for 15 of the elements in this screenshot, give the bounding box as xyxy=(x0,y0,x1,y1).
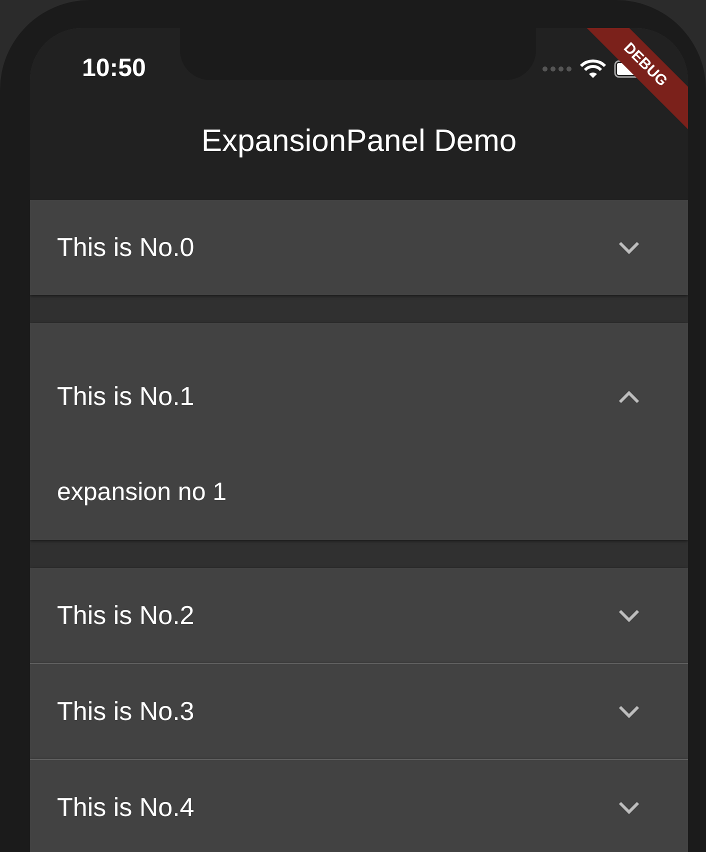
panel-header[interactable]: This is No.2 xyxy=(30,568,688,663)
wifi-icon xyxy=(580,59,606,79)
chevron-down-icon[interactable] xyxy=(618,608,640,622)
chevron-up-icon[interactable] xyxy=(618,390,640,404)
signal-icon xyxy=(542,66,572,72)
app-title: ExpansionPanel Demo xyxy=(200,122,518,160)
chevron-down-icon[interactable] xyxy=(618,240,640,254)
status-time: 10:50 xyxy=(82,53,146,84)
panel-body-text: expansion no 1 xyxy=(56,477,228,508)
panel-header[interactable]: This is No.0 xyxy=(30,200,688,295)
chevron-down-icon[interactable] xyxy=(618,800,640,814)
panel-header[interactable]: This is No.1 xyxy=(30,323,688,470)
chevron-down-icon[interactable] xyxy=(618,704,640,718)
panel-header[interactable]: This is No.3 xyxy=(30,664,688,759)
panel-header[interactable]: This is No.4 xyxy=(30,760,688,852)
